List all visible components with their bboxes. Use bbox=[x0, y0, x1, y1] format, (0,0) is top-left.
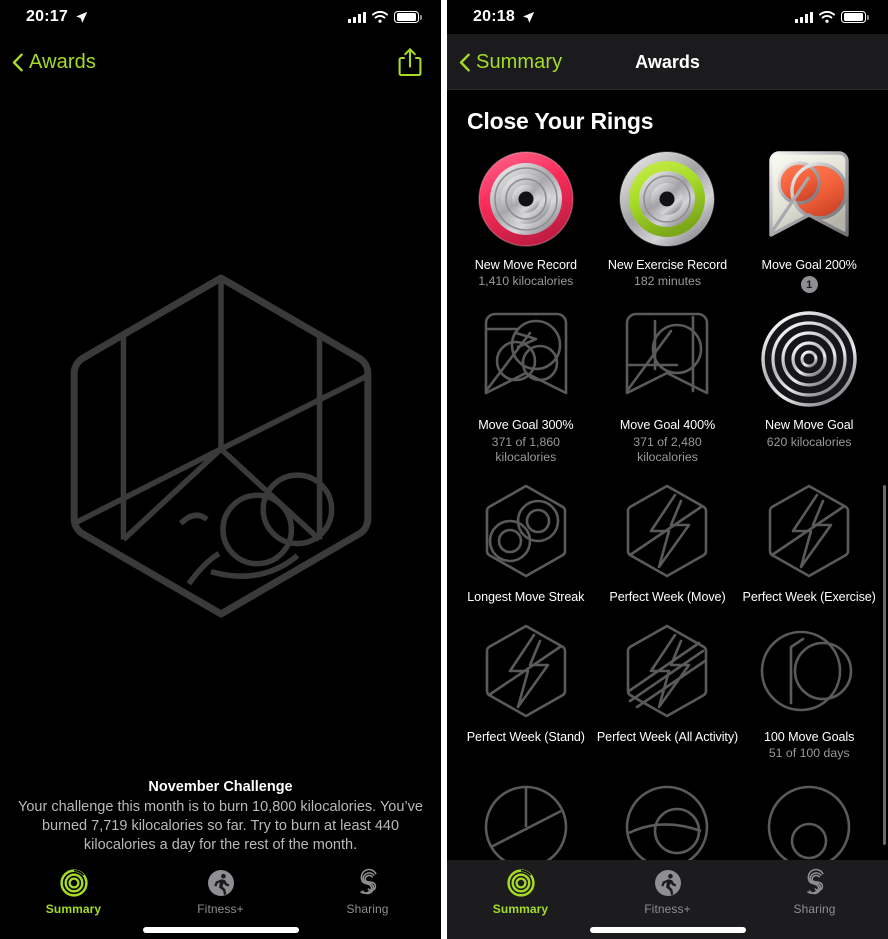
tab-fitness-plus-label: Fitness+ bbox=[644, 902, 691, 916]
vertical-scrollbar[interactable] bbox=[883, 485, 886, 845]
tab-sharing[interactable]: Sharing bbox=[294, 868, 441, 916]
cellular-signal-icon bbox=[348, 11, 366, 23]
wifi-icon bbox=[372, 11, 388, 23]
activity-rings-icon bbox=[506, 868, 536, 898]
award-item[interactable]: Perfect Week (Stand) bbox=[455, 619, 597, 761]
award-item[interactable]: Perfect Week (Move) bbox=[597, 479, 739, 605]
section-title: Close Your Rings bbox=[467, 108, 654, 134]
award-name: 100 Move Goals bbox=[764, 730, 855, 745]
sharing-s-icon bbox=[353, 868, 383, 898]
award-name: New Move Goal bbox=[765, 418, 854, 433]
award-item[interactable]: Move Goal 200% 1 bbox=[738, 147, 880, 294]
tab-sharing-label: Sharing bbox=[793, 902, 836, 916]
location-arrow-icon bbox=[522, 11, 535, 24]
dual-screenshot-container: 20:17 Awards November Challenge Your cha… bbox=[0, 0, 888, 939]
left-tab-bar: Summary Fitness+ Sharing bbox=[0, 860, 441, 939]
challenge-title: November Challenge bbox=[148, 778, 293, 795]
award-subtitle: 182 minutes bbox=[633, 274, 701, 289]
medal-dark-rings-icon bbox=[757, 307, 861, 411]
home-indicator bbox=[589, 927, 746, 933]
tab-fitness-plus[interactable]: Fitness+ bbox=[594, 868, 741, 916]
award-name: Perfect Week (Exercise) bbox=[742, 589, 876, 604]
chevron-left-icon bbox=[12, 53, 23, 72]
sharing-s-icon bbox=[800, 868, 830, 898]
tab-sharing[interactable]: Sharing bbox=[741, 868, 888, 916]
award-name: Longest Move Streak bbox=[467, 589, 585, 604]
shield-orange-circles-icon bbox=[757, 147, 861, 251]
award-name: Perfect Week (Stand) bbox=[466, 730, 585, 745]
award-name: New Exercise Record bbox=[607, 258, 728, 272]
award-item[interactable]: New Move Goal 620 kilocalories bbox=[738, 307, 880, 464]
awards-scroll-area[interactable]: Close Your Rings New Move Record 1,410 k… bbox=[447, 90, 888, 939]
cellular-signal-icon bbox=[795, 11, 813, 23]
back-button-summary[interactable]: Summary bbox=[459, 51, 562, 74]
challenge-hex-badge-art bbox=[60, 270, 382, 622]
status-time: 20:18 bbox=[473, 8, 515, 25]
right-nav-bar: Summary Awards bbox=[447, 34, 888, 90]
award-subtitle: 371 of 1,860 kilocalories bbox=[491, 434, 561, 464]
hex-outline-bolt-icon bbox=[757, 479, 861, 583]
award-subtitle: 1,410 kilocalories bbox=[478, 274, 574, 289]
left-nav-bar: Awards bbox=[0, 34, 441, 90]
home-indicator bbox=[142, 927, 299, 933]
shield-outline-3-icon bbox=[474, 307, 578, 411]
award-item[interactable]: Perfect Week (All Activity) bbox=[597, 619, 739, 761]
challenge-description-block: November Challenge Your challenge this m… bbox=[0, 779, 441, 855]
activity-rings-icon bbox=[59, 868, 89, 898]
right-status-bar: 20:18 bbox=[447, 0, 888, 34]
tab-summary-label: Summary bbox=[45, 902, 102, 916]
award-item[interactable]: Perfect Week (Exercise) bbox=[738, 479, 880, 605]
tab-sharing-label: Sharing bbox=[346, 902, 389, 916]
tab-summary[interactable]: Summary bbox=[447, 868, 594, 916]
chevron-left-icon bbox=[459, 53, 470, 72]
award-item[interactable]: Move Goal 400% 371 of 2,480 kilocalories bbox=[597, 307, 739, 464]
back-button-label: Summary bbox=[476, 50, 563, 73]
share-icon[interactable] bbox=[397, 47, 423, 77]
location-arrow-icon bbox=[75, 11, 88, 24]
tab-summary-label: Summary bbox=[492, 902, 549, 916]
award-item[interactable]: 100 Move Goals 51 of 100 days bbox=[738, 619, 880, 761]
shield-outline-4-icon bbox=[615, 307, 719, 411]
hex-outline-bolt-icon bbox=[615, 479, 719, 583]
tab-summary[interactable]: Summary bbox=[0, 868, 147, 916]
battery-icon bbox=[841, 10, 869, 24]
hex-outline-bolt-icon bbox=[474, 619, 578, 723]
tab-fitness-plus[interactable]: Fitness+ bbox=[147, 868, 294, 916]
runner-icon bbox=[653, 868, 683, 898]
hex-outline-infinity-icon bbox=[474, 479, 578, 583]
award-item[interactable]: New Move Record 1,410 kilocalories bbox=[455, 147, 597, 293]
awards-grid: New Move Record 1,410 kilocalories New E… bbox=[447, 147, 888, 879]
status-time: 20:17 bbox=[26, 8, 68, 25]
runner-icon bbox=[206, 868, 236, 898]
award-subtitle: 51 of 100 days bbox=[768, 746, 850, 761]
back-button-label: Awards bbox=[29, 50, 96, 73]
award-name: Perfect Week (All Activity) bbox=[596, 730, 739, 745]
left-content-area: November Challenge Your challenge this m… bbox=[0, 90, 441, 939]
challenge-description: Your challenge this month is to burn 10,… bbox=[18, 798, 423, 853]
award-item[interactable]: Move Goal 300% 371 of 1,860 kilocalories bbox=[455, 307, 597, 464]
battery-icon bbox=[394, 10, 422, 24]
back-button-awards[interactable]: Awards bbox=[12, 51, 96, 74]
award-item[interactable]: New Exercise Record 182 minutes bbox=[597, 147, 739, 293]
circle-outline-100-icon bbox=[757, 619, 861, 723]
award-item[interactable]: Longest Move Streak bbox=[455, 479, 597, 605]
medal-green-rings-icon bbox=[615, 147, 719, 251]
wifi-icon bbox=[819, 11, 835, 23]
left-phone-screen: 20:17 Awards November Challenge Your cha… bbox=[0, 0, 441, 939]
right-tab-bar: Summary Fitness+ Sharing bbox=[447, 860, 888, 939]
award-name: Move Goal 400% bbox=[619, 418, 716, 433]
award-subtitle: 371 of 2,480 kilocalories bbox=[633, 434, 702, 464]
award-subtitle: 620 kilocalories bbox=[766, 434, 852, 449]
medal-pink-rings-icon bbox=[474, 147, 578, 251]
right-phone-screen: 20:18 Summary Awards Close Your Rings Ne… bbox=[447, 0, 888, 939]
left-status-bar: 20:17 bbox=[0, 0, 441, 34]
award-name: Perfect Week (Move) bbox=[609, 589, 726, 604]
award-name: New Move Record bbox=[474, 258, 577, 272]
award-name: Move Goal 200% bbox=[761, 258, 857, 272]
award-name: Move Goal 300% bbox=[478, 418, 574, 433]
award-count-badge: 1 bbox=[800, 276, 818, 294]
tab-fitness-plus-label: Fitness+ bbox=[197, 902, 244, 916]
hex-outline-bolt-stripes-icon bbox=[615, 619, 719, 723]
november-challenge-badge[interactable] bbox=[0, 270, 441, 622]
